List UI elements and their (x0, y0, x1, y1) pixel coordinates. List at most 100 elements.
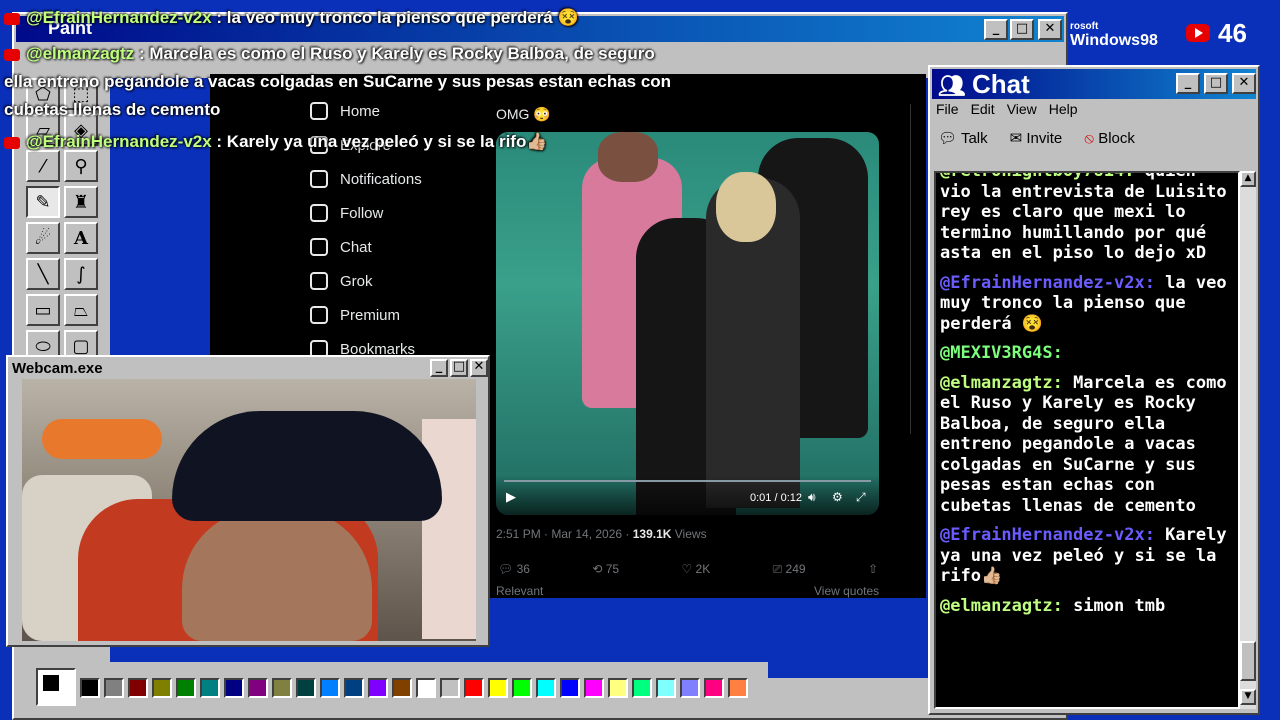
palette-swatch[interactable] (704, 678, 724, 698)
palette-swatch[interactable] (680, 678, 700, 698)
chat-username[interactable]: @elmanzagtz: (940, 373, 1063, 393)
block-button[interactable]: ⦸ Block (1084, 130, 1135, 147)
palette-swatch[interactable] (296, 678, 316, 698)
palette-swatch[interactable] (320, 678, 340, 698)
chat-text: Marcela es como el Ruso y Karely es Rock… (940, 372, 1227, 516)
talk-button[interactable]: 💬︎ Talk (938, 129, 988, 147)
palette-swatch[interactable] (440, 678, 460, 698)
bookmark-button[interactable]: ⎚ 249 (773, 562, 806, 577)
rectangle-tool-icon[interactable]: ▭ (26, 294, 60, 326)
curve-tool-icon[interactable]: ∫ (64, 258, 98, 290)
nav-label: Home (340, 102, 381, 120)
invite-button[interactable]: ✉︎ Invite (1010, 129, 1063, 147)
chat-scrollbar[interactable]: ▲ ▼ (1240, 171, 1256, 709)
airbrush-tool-icon[interactable]: ☄ (26, 222, 60, 254)
youtube-icon (1186, 24, 1210, 42)
share-icon[interactable]: ⇧ (868, 562, 878, 577)
menu-edit[interactable]: Edit (971, 101, 995, 117)
youtube-icon (4, 48, 20, 61)
palette-swatch[interactable] (344, 678, 364, 698)
palette-swatch[interactable] (584, 678, 604, 698)
menu-help[interactable]: Help (1049, 101, 1078, 117)
nav-item-chat[interactable]: Chat (310, 238, 372, 256)
scroll-thumb[interactable] (1240, 641, 1256, 681)
scroll-up-button[interactable]: ▲ (1240, 171, 1256, 187)
fullscreen-icon[interactable]: ⤢ (856, 490, 866, 505)
polygon-tool-icon[interactable]: ⏢ (64, 294, 98, 326)
chat-username[interactable]: @MEXIV3RG4S: (940, 343, 1063, 363)
nav-item-grok[interactable]: Grok (310, 272, 373, 290)
webcam-minimize-button[interactable]: _ (430, 359, 448, 377)
webcam-maximize-button[interactable]: □ (450, 359, 468, 377)
menu-file[interactable]: File (936, 101, 959, 117)
scroll-down-button[interactable]: ▼ (1240, 689, 1256, 705)
webcam-close-button[interactable]: ✕ (470, 359, 488, 377)
reply-button[interactable]: 💬︎ 36 (498, 562, 530, 577)
pencil-tool-icon[interactable]: ✎ (26, 186, 60, 218)
webcam-figurine (422, 419, 476, 639)
chat-username[interactable]: @elmanzagtz: (940, 596, 1063, 616)
palette-swatch[interactable] (272, 678, 292, 698)
palette-swatch[interactable] (200, 678, 220, 698)
close-button[interactable]: ✕ (1038, 19, 1062, 40)
view-quotes-link[interactable]: View quotes (814, 584, 879, 598)
current-colors (36, 668, 76, 706)
webcam-title: Webcam.exe (12, 360, 103, 377)
palette-swatch[interactable] (248, 678, 268, 698)
chat-messages[interactable]: @retronightboy7814: quien vio la entrevi… (934, 171, 1240, 709)
palette-swatch[interactable] (152, 678, 172, 698)
palette-swatch[interactable] (632, 678, 652, 698)
overlay-chat-line-4: cubetas llenas de cemento (4, 100, 221, 119)
palette-swatch[interactable] (176, 678, 196, 698)
palette-swatch[interactable] (560, 678, 580, 698)
chat-message: @EfrainHernandez-v2x: Karely ya una vez … (940, 525, 1234, 587)
repost-button[interactable]: ⟲ 75 (592, 562, 619, 577)
line-tool-icon[interactable]: ╲ (26, 258, 60, 290)
chat-username[interactable]: @retronightboy7814: (940, 173, 1134, 181)
nav-item-follow[interactable]: Follow (310, 204, 383, 222)
color-picker-tool-icon[interactable]: ⁄ (26, 150, 60, 182)
post-video[interactable]: ▶ 0:01 / 0:12 🔊︎ ⚙ ⤢ (496, 132, 879, 515)
brush-tool-icon[interactable]: ♜ (64, 186, 98, 218)
palette-swatch[interactable] (512, 678, 532, 698)
minimize-button[interactable]: _ (984, 19, 1008, 40)
palette-swatch[interactable] (728, 678, 748, 698)
menu-view[interactable]: View (1007, 101, 1037, 117)
palette-swatch[interactable] (608, 678, 628, 698)
relevant-sort[interactable]: Relevant (496, 584, 543, 598)
chat-close-button[interactable]: ✕ (1232, 73, 1256, 94)
chat-maximize-button[interactable]: □ (1204, 73, 1228, 94)
chat-username[interactable]: @EfrainHernandez-v2x: (940, 273, 1155, 293)
volume-icon[interactable]: 🔊︎ (808, 490, 816, 505)
palette-swatch[interactable] (368, 678, 388, 698)
palette-swatch[interactable] (536, 678, 556, 698)
palette-swatch[interactable] (488, 678, 508, 698)
chat-message: @elmanzagtz: Marcela es como el Ruso y K… (940, 373, 1234, 517)
settings-icon[interactable]: ⚙ (832, 490, 843, 504)
chat-message: @MEXIV3RG4S: (940, 343, 1234, 364)
palette-swatch[interactable] (104, 678, 124, 698)
nav-item-notifications[interactable]: Notifications (310, 170, 422, 188)
notifications-icon (310, 170, 328, 188)
chat-username[interactable]: @EfrainHernandez-v2x: (940, 525, 1155, 545)
palette-swatch[interactable] (416, 678, 436, 698)
text-tool-icon[interactable]: A (64, 222, 98, 254)
nav-item-home[interactable]: Home (310, 102, 380, 120)
palette-swatch[interactable] (392, 678, 412, 698)
home-icon (310, 102, 328, 120)
palette-swatch[interactable] (128, 678, 148, 698)
maximize-button[interactable]: □ (1010, 19, 1034, 40)
video-progress[interactable] (504, 480, 871, 482)
palette-swatch[interactable] (224, 678, 244, 698)
palette-swatch[interactable] (80, 678, 100, 698)
palette-swatch[interactable] (656, 678, 676, 698)
webcam-window: Webcam.exe _ □ ✕ (6, 355, 490, 647)
chat-minimize-button[interactable]: _ (1176, 73, 1200, 94)
nav-item-premium[interactable]: Premium (310, 306, 400, 324)
play-icon[interactable]: ▶ (506, 490, 516, 505)
like-button[interactable]: ♡ 2K (681, 562, 710, 577)
overlay-chat-line-3: ella entreno pegandole a vacas colgadas … (4, 72, 672, 91)
palette-swatch[interactable] (464, 678, 484, 698)
webcam-title-bar[interactable]: Webcam.exe (10, 359, 486, 379)
magnifier-tool-icon[interactable]: ⚲ (64, 150, 98, 182)
